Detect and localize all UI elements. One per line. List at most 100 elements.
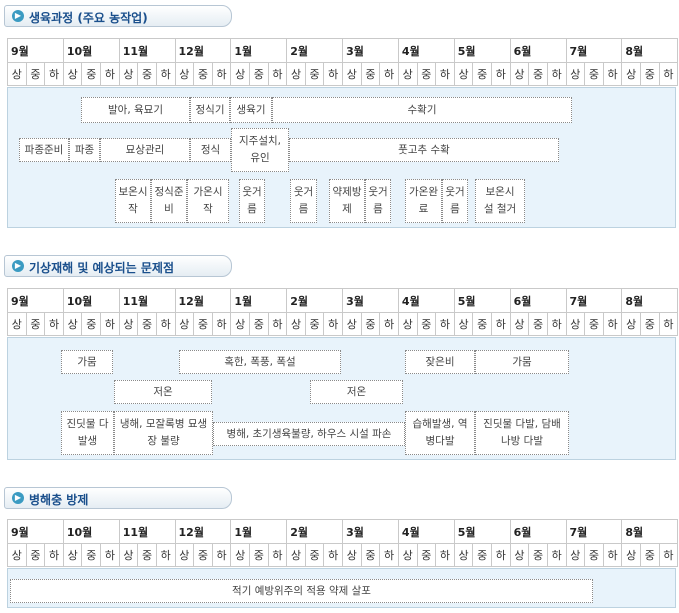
task-green-pepper-harvest: 풋고추 수확: [289, 138, 559, 162]
dekad-cell: 상: [286, 62, 306, 86]
dekad-cell: 하: [379, 312, 399, 336]
dekad-cell: 상: [509, 312, 530, 336]
dekad-cell: 중: [193, 312, 213, 336]
risk-cold-damage: 냉해, 모잘록병 묘생장 불량: [114, 411, 213, 455]
month-cell: 1월: [230, 38, 288, 63]
stage-planting: 정식기: [190, 97, 230, 123]
month-row: 9월 10월 11월 12월 1월 2월 3월 4월 5월 6월 7월 8월: [7, 38, 679, 63]
task-remove-heating: 보온시설 철거: [475, 179, 525, 223]
dekad-cell: 중: [248, 312, 269, 336]
dekad-cell: 하: [435, 62, 455, 86]
dekad-cell: 하: [658, 62, 679, 86]
dekad-cell: 중: [472, 543, 492, 567]
dekad-cell: 하: [100, 62, 120, 86]
task-pesticide: 약제방제: [329, 179, 365, 223]
dekad-cell: 중: [81, 543, 102, 567]
dekad-cell: 중: [360, 543, 381, 567]
dekad-cell: 중: [584, 543, 604, 567]
month-cell: 4월: [397, 519, 455, 544]
month-cell: 12월: [174, 519, 232, 544]
task-top-dressing-4: 웃거름: [442, 179, 468, 223]
dekad-cell: 하: [211, 543, 232, 567]
task-sowing-prep: 파종준비: [19, 138, 69, 162]
dekad-cell: 중: [639, 543, 660, 567]
dekad-cell: 상: [397, 62, 418, 86]
risk-drought-2: 가뭄: [475, 350, 569, 374]
month-cell: 3월: [342, 288, 399, 313]
dekad-cell: 상: [397, 543, 418, 567]
dekad-cell: 중: [248, 543, 269, 567]
dekad-cell: 상: [565, 543, 586, 567]
month-cell: 12월: [174, 288, 232, 313]
dekad-cell: 하: [100, 543, 120, 567]
dekad-cell: 상: [342, 543, 362, 567]
dekad-cell: 중: [360, 62, 381, 86]
section-title-label: 병해충 방제: [29, 493, 89, 507]
dekad-cell: 상: [565, 62, 586, 86]
dekad-cell: 하: [323, 312, 344, 336]
month-cell: 3월: [342, 519, 399, 544]
task-sowing: 파종: [69, 138, 100, 162]
dekad-cell: 중: [193, 543, 213, 567]
task-top-dressing-3: 웃거름: [365, 179, 391, 223]
stage-harvest: 수확기: [272, 97, 572, 123]
month-cell: 1월: [230, 519, 288, 544]
dekad-cell: 중: [472, 312, 492, 336]
dekad-cell: 상: [118, 312, 139, 336]
dekad-cell: 상: [7, 62, 27, 86]
dekad-cell: 하: [435, 312, 455, 336]
calendar-header-weather: 9월 10월 11월 12월 1월 2월 3월 4월 5월 6월 7월 8월 상중하상중하상중하상중하…: [7, 288, 679, 336]
dekad-cell: 상: [174, 62, 195, 86]
dekad-cell: 하: [267, 543, 288, 567]
month-cell: 2월: [286, 519, 344, 544]
task-heating-start: 보온시작: [115, 179, 151, 223]
risk-drought-1: 가뭄: [61, 350, 113, 374]
dekad-cell: 하: [155, 543, 176, 567]
section-title-label: 기상재해 및 예상되는 문제점: [29, 261, 175, 275]
dekad-cell: 하: [44, 312, 64, 336]
dekad-cell: 상: [118, 543, 139, 567]
dekad-cell: 하: [44, 543, 64, 567]
dekad-row: 상중하상중하상중하상중하상중하상중하상중하상중하상중하상중하상중하상중하: [7, 62, 679, 86]
month-cell: 4월: [397, 38, 455, 63]
section-title-weather: ▶ 기상재해 및 예상되는 문제점: [4, 255, 232, 277]
dekad-cell: 중: [25, 62, 46, 86]
dekad-cell: 하: [211, 62, 232, 86]
risk-disease-growth-facility: 병해, 초기생육불량, 하우스 시설 파손: [213, 422, 405, 446]
risk-low-temp-1: 저온: [114, 380, 212, 404]
section-title-growth: ▶ 생육과정 (주요 농작업): [4, 5, 232, 27]
pest-control-area: 적기 예방위주의 적용 약제 살포: [7, 568, 676, 608]
dekad-cell: 하: [267, 62, 288, 86]
dekad-row: 상중하상중하상중하상중하상중하상중하상중하상중하상중하상중하상중하상중하: [7, 312, 679, 336]
dekad-cell: 중: [416, 312, 437, 336]
task-top-dressing-2: 웃거름: [290, 179, 317, 223]
dekad-cell: 하: [658, 312, 679, 336]
month-cell: 8월: [621, 38, 679, 63]
month-cell: 12월: [174, 38, 232, 63]
dekad-cell: 상: [62, 543, 83, 567]
calendar-header-growth: 9월 10월 11월 12월 1월 2월 3월 4월 5월 6월 7월 8월 상중하상중하상중하상중하…: [7, 38, 679, 86]
dekad-cell: 중: [528, 543, 548, 567]
dekad-cell: 중: [639, 62, 660, 86]
month-cell: 11월: [118, 519, 176, 544]
dekad-row: 상중하상중하상중하상중하상중하상중하상중하상중하상중하상중하상중하상중하: [7, 543, 679, 567]
stage-seedling: 발아, 육묘기: [81, 97, 190, 123]
dekad-cell: 하: [100, 312, 120, 336]
calendar-header-pest: 9월 10월 11월 12월 1월 2월 3월 4월 5월 6월 7월 8월 상중하상중하상중하상중하…: [7, 519, 679, 567]
risk-cold-storm-snow: 혹한, 폭풍, 폭설: [179, 350, 341, 374]
dekad-cell: 중: [360, 312, 381, 336]
dekad-cell: 상: [286, 543, 306, 567]
month-cell: 3월: [342, 38, 399, 63]
month-cell: 8월: [621, 288, 679, 313]
month-cell: 9월: [7, 38, 64, 63]
risk-frequent-rain: 잦은비: [405, 350, 475, 374]
dekad-cell: 중: [193, 62, 213, 86]
stage-growth: 생육기: [230, 97, 272, 123]
dekad-cell: 하: [155, 312, 176, 336]
task-staking: 지주설치, 유인: [231, 128, 289, 172]
section-title-pest: ▶ 병해충 방제: [4, 487, 232, 509]
month-cell: 11월: [118, 38, 176, 63]
risk-wet-damage: 습해발생, 역병다발: [405, 411, 475, 455]
dekad-cell: 상: [621, 312, 641, 336]
dekad-cell: 중: [416, 62, 437, 86]
